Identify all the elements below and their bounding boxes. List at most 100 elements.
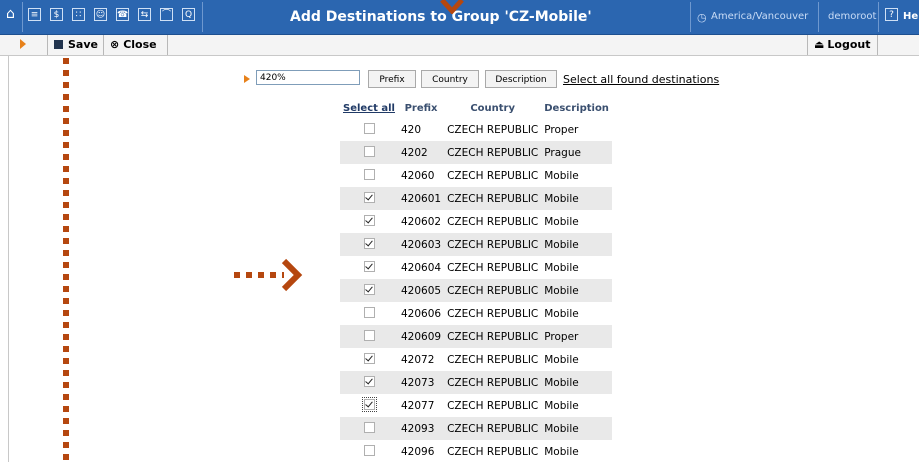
chart-icon[interactable]: ⌒ — [160, 8, 173, 21]
row-select-checkbox[interactable] — [363, 306, 375, 318]
person-icon[interactable]: ☺ — [94, 8, 107, 21]
row-select-checkbox[interactable] — [363, 237, 375, 249]
floppy-disk-icon — [54, 40, 63, 49]
table-row: 42072 CZECH REPUBLIC Mobile — [340, 348, 612, 371]
description-cell: Mobile — [541, 187, 612, 210]
transfer-icon[interactable]: ⇆ — [138, 8, 151, 21]
page-title: Add Destinations to Group 'CZ-Mobile' — [290, 9, 592, 25]
checkbox-cell — [340, 118, 398, 141]
country-cell: CZECH REPUBLIC — [447, 123, 539, 136]
description-column-header: Description — [544, 102, 609, 114]
table-row: 420604 CZECH REPUBLIC Mobile — [340, 256, 612, 279]
prefix-cell: 420606 — [401, 307, 442, 320]
prefix-cell: 420605 — [398, 279, 445, 302]
table-row: 42077 CZECH REPUBLIC Mobile — [340, 394, 612, 417]
help-icon[interactable]: ? — [885, 8, 898, 21]
prefix-search-button[interactable]: Prefix — [368, 70, 416, 88]
table-row: 420605 CZECH REPUBLIC Mobile — [340, 279, 612, 302]
checkbox-cell — [340, 187, 398, 210]
grid-icon[interactable]: ∷ — [72, 8, 85, 21]
search-input[interactable] — [256, 70, 360, 85]
description-cell: Mobile — [544, 353, 579, 366]
home-icon[interactable]: ⌂ — [4, 7, 17, 21]
phone-icon[interactable]: ☎ — [116, 8, 129, 21]
header-separator — [878, 2, 879, 32]
prefix-cell: 420602 — [401, 215, 442, 228]
table-row: 420606 CZECH REPUBLIC Mobile — [340, 302, 612, 325]
header-separator — [818, 2, 819, 32]
row-select-checkbox[interactable] — [363, 283, 375, 295]
dollar-icon[interactable]: $ — [50, 8, 63, 21]
checkbox-cell — [340, 302, 398, 325]
row-select-checkbox[interactable] — [363, 168, 375, 180]
row-select-checkbox[interactable] — [363, 352, 375, 364]
annotation-arrow-right-icon — [234, 258, 303, 292]
save-button[interactable]: Save — [48, 35, 104, 55]
header-separator — [202, 2, 203, 32]
prefix-cell: 42096 — [401, 445, 435, 458]
checkbox-cell — [340, 440, 398, 463]
header-separator — [22, 2, 23, 32]
description-cell: Mobile — [541, 279, 612, 302]
expand-arrow-icon — [20, 39, 26, 49]
row-select-checkbox[interactable] — [363, 260, 375, 272]
row-select-checkbox[interactable] — [363, 214, 375, 226]
prefix-cell: 42060 — [401, 169, 435, 182]
description-cell: Proper — [544, 123, 579, 136]
checkbox-cell — [340, 348, 398, 371]
destinations-table: Select all Prefix Country Description 42… — [340, 98, 612, 463]
description-cell: Mobile — [541, 371, 612, 394]
select-all-link[interactable]: Select all — [340, 98, 398, 118]
table-body: 420 CZECH REPUBLIC Proper 4202 CZECH REPUBLI… — [340, 118, 612, 463]
row-select-checkbox[interactable] — [363, 329, 375, 341]
description-cell: Mobile — [544, 261, 579, 274]
prefix-cell: 42072 — [401, 353, 435, 366]
description-cell: Prague — [541, 141, 612, 164]
table-row: 420602 CZECH REPUBLIC Mobile — [340, 210, 612, 233]
country-cell: CZECH REPUBLIC — [447, 307, 539, 320]
row-select-checkbox[interactable] — [363, 421, 375, 433]
table-row: 42060 CZECH REPUBLIC Mobile — [340, 164, 612, 187]
checkbox-cell — [340, 233, 398, 256]
prefix-cell: 42073 — [398, 371, 445, 394]
table-row: 420601 CZECH REPUBLIC Mobile — [340, 187, 612, 210]
action-toolbar: Save ⊗ Close ⏏ Logout — [0, 35, 919, 56]
checkbox-cell — [340, 279, 398, 302]
row-select-checkbox[interactable] — [363, 375, 375, 387]
country-cell: CZECH REPUBLIC — [447, 399, 539, 412]
search-arrow-icon — [244, 75, 250, 83]
logout-icon: ⏏ — [814, 38, 825, 51]
annotation-dotted-line — [63, 58, 69, 462]
table-row: 420609 CZECH REPUBLIC Proper — [340, 325, 612, 348]
help-label[interactable]: He — [903, 11, 918, 22]
row-select-checkbox[interactable] — [363, 191, 375, 203]
row-select-checkbox[interactable] — [363, 444, 375, 456]
select-all-found-link[interactable]: Select all found destinations — [563, 73, 719, 86]
row-select-checkbox[interactable] — [361, 396, 377, 412]
prefix-cell: 420 — [401, 123, 422, 136]
search-icon[interactable]: Q — [182, 8, 195, 21]
close-button[interactable]: ⊗ Close — [104, 35, 168, 55]
description-cell: Mobile — [544, 215, 579, 228]
row-select-checkbox[interactable] — [363, 145, 375, 157]
table-row: 420 CZECH REPUBLIC Proper — [340, 118, 612, 141]
checkbox-cell — [340, 256, 398, 279]
country-cell: CZECH REPUBLIC — [444, 325, 542, 348]
description-cell: Proper — [541, 325, 612, 348]
description-search-button[interactable]: Description — [485, 70, 557, 88]
header-separator — [690, 2, 691, 32]
country-column-header: Country — [470, 102, 516, 114]
prefix-cell: 4202 — [398, 141, 445, 164]
table-header-row: Select all Prefix Country Description — [340, 98, 612, 118]
row-select-checkbox[interactable] — [363, 122, 375, 134]
list-icon[interactable]: ≡ — [28, 8, 41, 21]
logout-label: Logout — [827, 38, 871, 51]
checkbox-cell — [340, 371, 398, 394]
logout-button[interactable]: ⏏ Logout — [807, 35, 878, 55]
country-search-button[interactable]: Country — [421, 70, 479, 88]
toolbar-expand-button[interactable] — [0, 35, 48, 55]
user-name[interactable]: demoroot — [828, 11, 876, 22]
table-row: 42073 CZECH REPUBLIC Mobile — [340, 371, 612, 394]
save-label: Save — [68, 38, 98, 51]
timezone-link[interactable]: America/Vancouver — [711, 11, 808, 22]
